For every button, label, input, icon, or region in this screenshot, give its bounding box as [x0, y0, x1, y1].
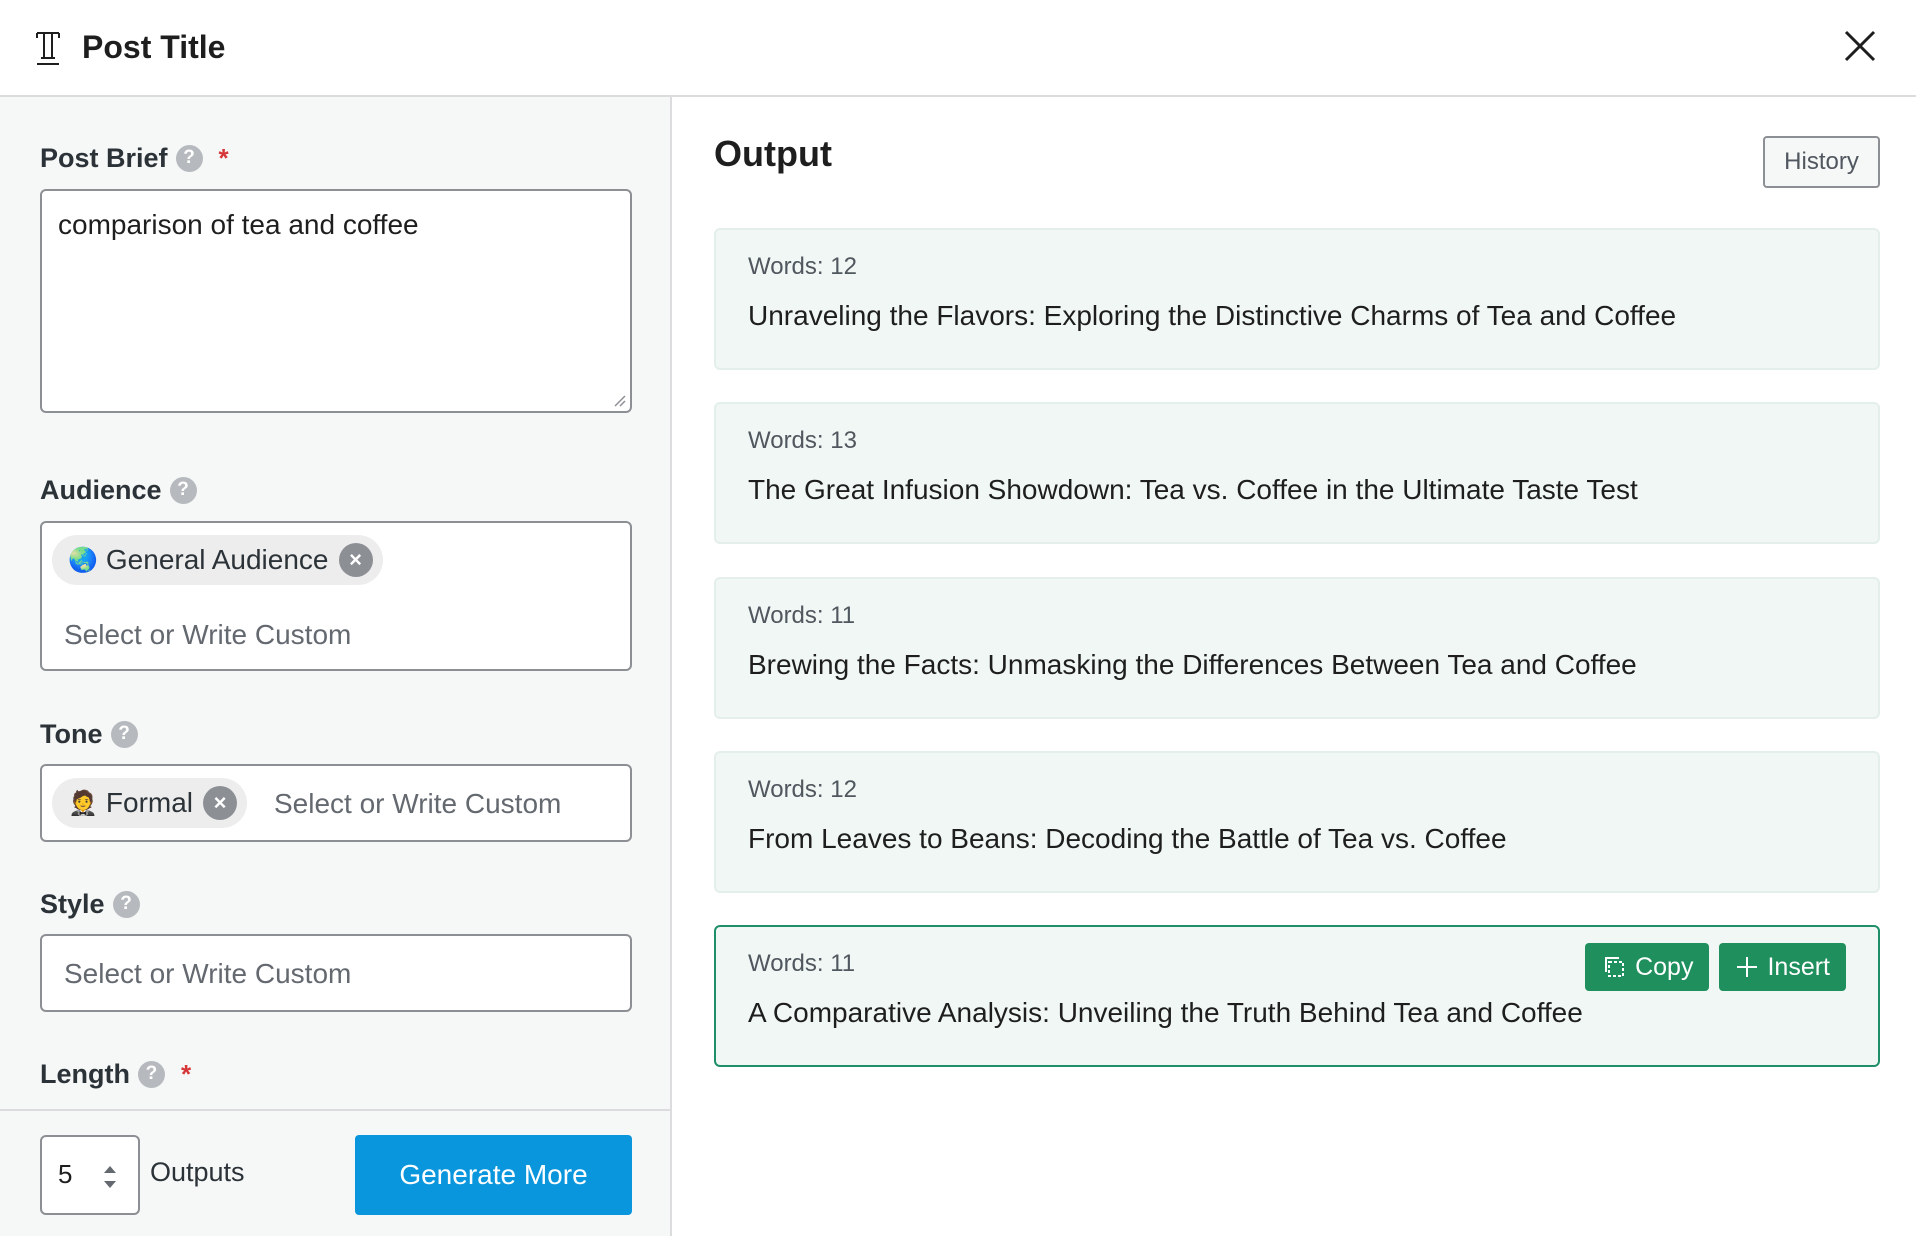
- modal-title: Post Title: [82, 29, 226, 65]
- output-text: Unraveling the Flavors: Exploring the Di…: [748, 300, 1677, 331]
- output-text: The Great Infusion Showdown: Tea vs. Cof…: [748, 474, 1638, 505]
- help-icon[interactable]: ?: [137, 1060, 165, 1088]
- output-text: A Comparative Analysis: Unveiling the Tr…: [748, 997, 1583, 1028]
- word-count: Words: 11: [748, 602, 856, 629]
- copy-button[interactable]: Copy: [1585, 943, 1710, 991]
- plus-icon: [1737, 957, 1758, 977]
- output-card[interactable]: Words: 13 The Great Infusion Showdown: T…: [714, 402, 1880, 544]
- output-card-active[interactable]: Words: 11 A Comparative Analysis: Unveil…: [714, 925, 1880, 1067]
- style-placeholder[interactable]: Select or Write Custom: [64, 956, 351, 992]
- post-brief-value: comparison of tea and coffee: [58, 209, 419, 240]
- post-brief-label: Post Brief ? *: [40, 143, 229, 173]
- copy-icon: [1605, 957, 1625, 977]
- stepper-icon[interactable]: [98, 1159, 122, 1195]
- help-icon[interactable]: ?: [169, 476, 197, 504]
- word-count: Words: 12: [748, 776, 857, 803]
- tone-placeholder[interactable]: Select or Write Custom: [274, 786, 561, 822]
- tone-label: Tone ?: [40, 717, 138, 751]
- form-panel: Post Brief ? * comparison of tea and cof…: [0, 97, 672, 1236]
- history-button[interactable]: History: [1763, 136, 1880, 188]
- globe-icon: 🌏: [68, 546, 98, 574]
- length-label: Length ? *: [40, 1059, 192, 1089]
- audience-placeholder[interactable]: Select or Write Custom: [64, 617, 351, 653]
- modal-header: Post Title: [0, 0, 1916, 97]
- outputs-label: Outputs: [150, 1157, 245, 1187]
- word-count: Words: 13: [748, 427, 857, 454]
- required-mark: *: [180, 1059, 192, 1089]
- tone-select[interactable]: 🤵 Formal × Select or Write Custom: [40, 764, 632, 842]
- tone-chip: 🤵 Formal ×: [52, 778, 248, 828]
- text-format-icon: [36, 32, 60, 65]
- output-text: From Leaves to Beans: Decoding the Battl…: [748, 823, 1507, 854]
- output-card[interactable]: Words: 12 Unraveling the Flavors: Explor…: [714, 228, 1880, 370]
- generate-more-button[interactable]: Generate More: [355, 1135, 632, 1215]
- audience-select[interactable]: 🌏 General Audience × Select or Write Cus…: [40, 521, 632, 671]
- output-text: Brewing the Facts: Unmasking the Differe…: [748, 649, 1637, 680]
- style-label: Style ?: [40, 887, 140, 921]
- person-icon: 🤵: [68, 789, 98, 817]
- help-icon[interactable]: ?: [175, 144, 203, 172]
- insert-button[interactable]: Insert: [1719, 943, 1846, 991]
- help-icon[interactable]: ?: [112, 890, 140, 918]
- word-count: Words: 12: [748, 253, 857, 280]
- output-title: Output: [714, 133, 832, 174]
- style-select[interactable]: Select or Write Custom: [40, 934, 632, 1012]
- output-card[interactable]: Words: 12 From Leaves to Beans: Decoding…: [714, 751, 1880, 893]
- post-brief-textarea[interactable]: comparison of tea and coffee: [40, 189, 632, 413]
- remove-chip-icon[interactable]: ×: [203, 786, 238, 820]
- remove-chip-icon[interactable]: ×: [338, 543, 373, 577]
- help-icon[interactable]: ?: [110, 720, 138, 748]
- audience-chip: 🌏 General Audience ×: [52, 535, 383, 585]
- outputs-count-input[interactable]: 5: [40, 1135, 140, 1215]
- outputs-count-value: 5: [58, 1159, 73, 1189]
- card-actions: Copy Insert: [1585, 943, 1846, 991]
- required-mark: *: [218, 143, 229, 173]
- form-footer: 5 Outputs Generate More: [0, 1109, 670, 1236]
- resize-handle-icon[interactable]: [612, 393, 626, 407]
- audience-label: Audience ?: [40, 473, 197, 507]
- close-icon[interactable]: [1840, 26, 1880, 66]
- word-count: Words: 11: [748, 950, 856, 977]
- output-card[interactable]: Words: 11 Brewing the Facts: Unmasking t…: [714, 577, 1880, 719]
